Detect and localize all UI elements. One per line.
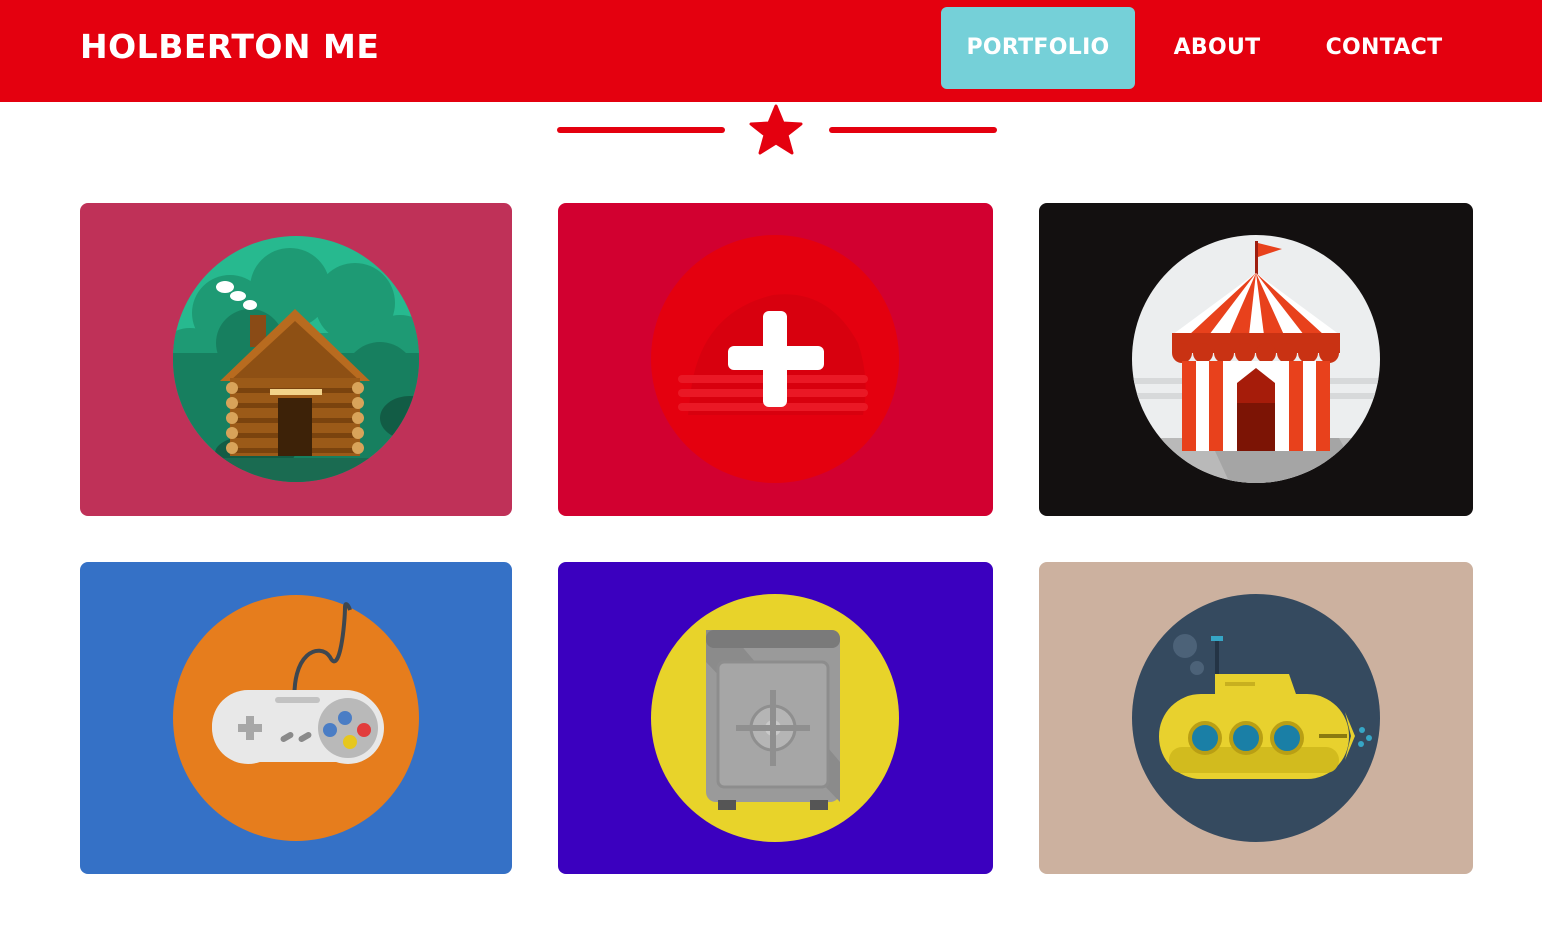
swiss-flag-icon [651, 235, 899, 483]
log-cabin-icon [173, 236, 419, 482]
navbar: HOLBERTON ME PORTFOLIO ABOUT CONTACT [0, 0, 1542, 102]
portfolio-item-circus[interactable] [1039, 203, 1473, 516]
portfolio-item-cabin[interactable] [80, 203, 512, 516]
brand-logo[interactable]: HOLBERTON ME [80, 27, 379, 66]
portfolio-item-safe[interactable] [558, 562, 993, 874]
nav-link-portfolio[interactable]: PORTFOLIO [941, 7, 1135, 89]
nav-link-contact[interactable]: CONTACT [1302, 7, 1466, 89]
portfolio-item-controller[interactable] [80, 562, 512, 874]
game-controller-icon [173, 595, 419, 841]
divider-line-left [557, 127, 725, 133]
portfolio-item-swiss[interactable] [558, 203, 993, 516]
nav-link-about[interactable]: ABOUT [1154, 7, 1280, 89]
submarine-icon [1132, 594, 1380, 842]
safe-icon [651, 594, 899, 842]
circus-tent-icon [1132, 235, 1380, 483]
star-icon [749, 104, 803, 155]
divider-line-right [829, 127, 997, 133]
portfolio-item-submarine[interactable] [1039, 562, 1473, 874]
